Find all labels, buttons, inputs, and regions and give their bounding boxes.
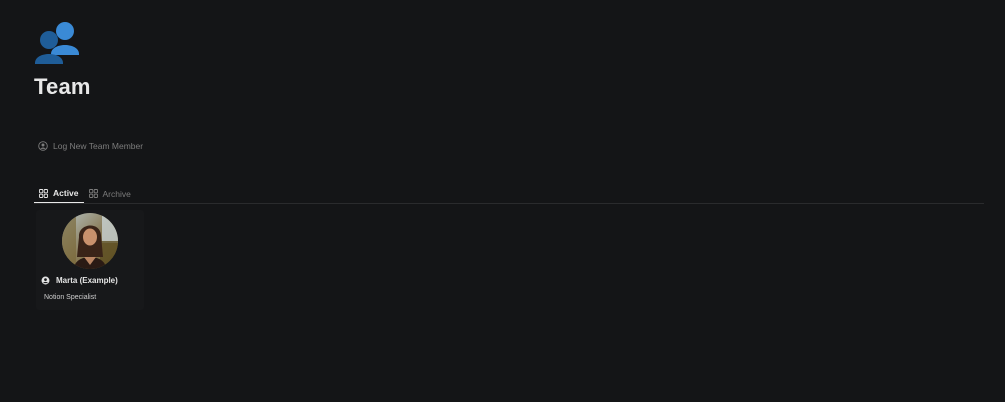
avatar [62,213,118,269]
person-circle-icon [41,276,50,285]
gallery-grid-icon [39,188,48,198]
team-page: Team Log New Team Member Active Archive … [0,0,1005,402]
card-name-label: Marta (Example) [56,276,118,285]
view-tabs: Active Archive [34,184,984,204]
log-new-team-member-button[interactable]: Log New Team Member [38,138,143,154]
tab-active[interactable]: Active [34,184,84,203]
team-member-card[interactable]: Marta (Example) Notion Specialist [36,210,144,310]
tab-active-label: Active [53,188,79,198]
card-role: Notion Specialist [44,294,97,301]
page-title: Team [34,74,91,99]
gallery-grid-icon [88,189,98,198]
tab-archive[interactable]: Archive [84,184,136,203]
person-circle-icon [38,141,48,151]
tab-archive-label: Archive [102,188,131,199]
team-people-icon[interactable] [34,20,80,64]
log-new-team-member-label: Log New Team Member [53,141,144,151]
card-name: Marta (Example) [41,276,118,285]
